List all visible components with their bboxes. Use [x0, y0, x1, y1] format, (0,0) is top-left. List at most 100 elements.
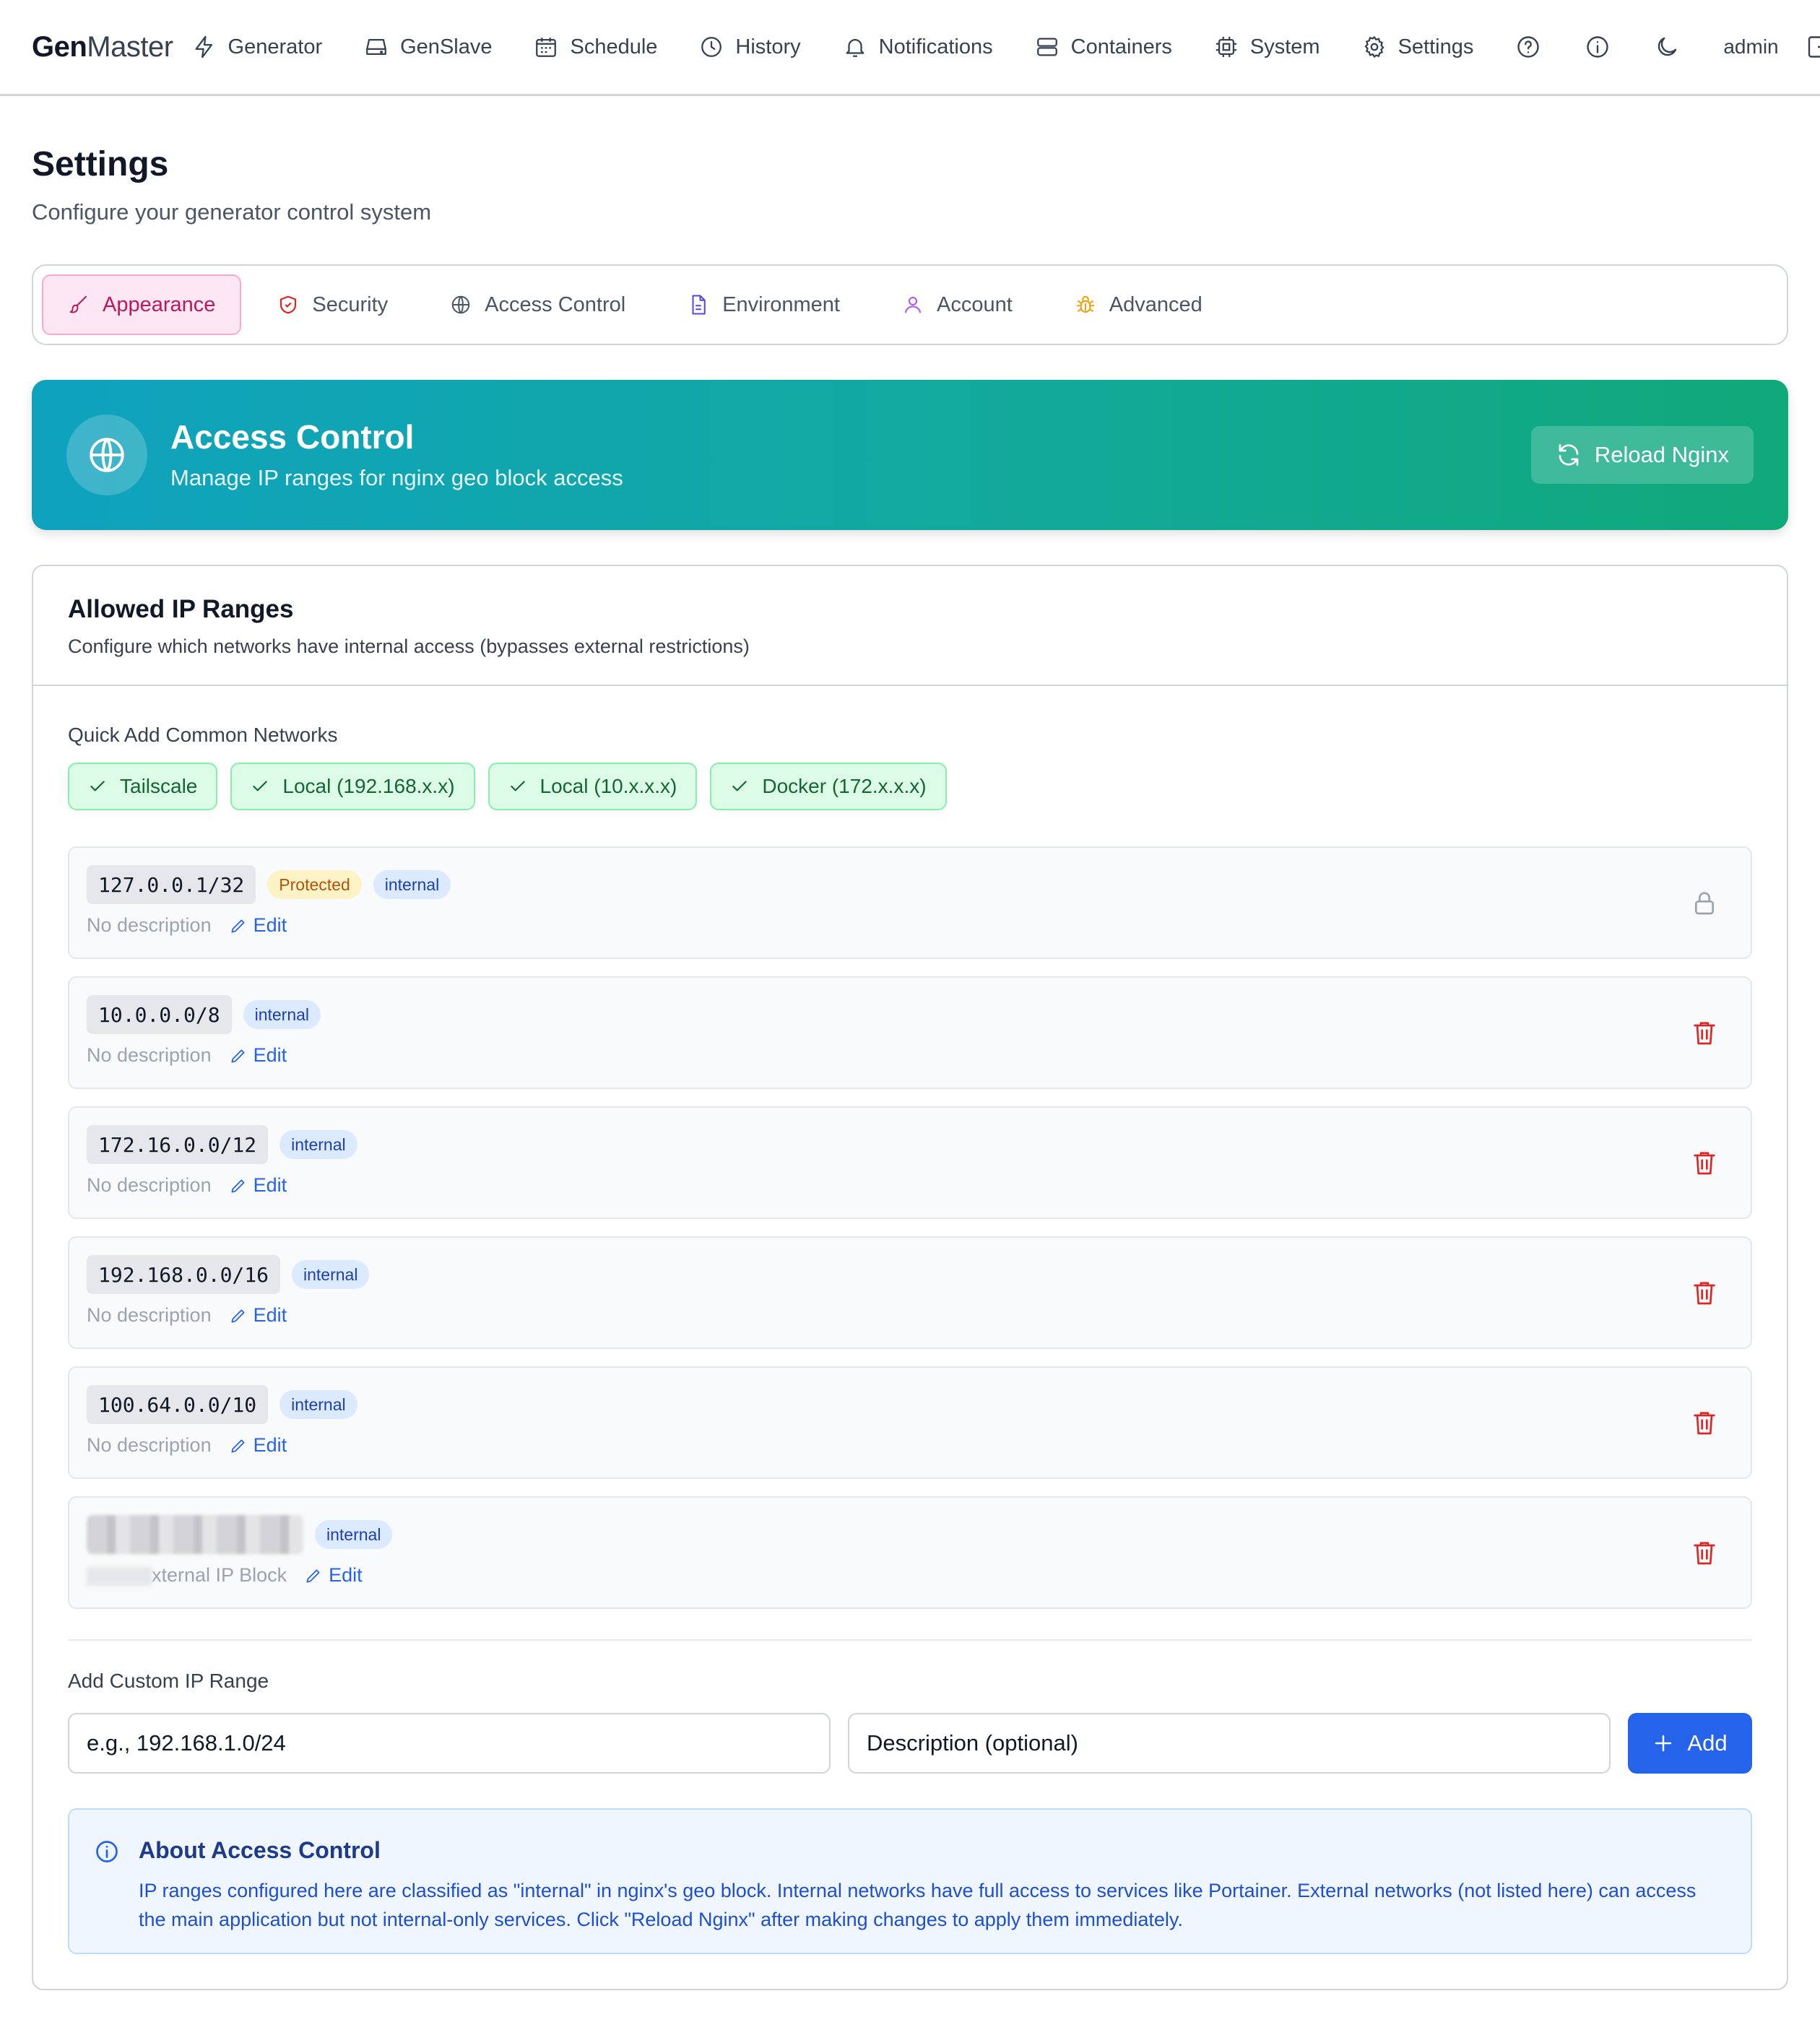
tab-environment[interactable]: Environment [662, 274, 866, 335]
ip-range-row: internal xternal IP Block Edit [68, 1496, 1752, 1609]
card-title: Allowed IP Ranges [68, 595, 294, 623]
add-label: Add [1687, 1730, 1728, 1756]
file-icon [692, 295, 706, 315]
info-button[interactable] [1585, 34, 1611, 60]
delete-range-button[interactable] [1690, 1148, 1719, 1181]
nav-schedule[interactable]: Schedule [534, 35, 657, 59]
logout-button[interactable] [1805, 34, 1820, 60]
ip-range-row: 192.168.0.0/16 internal No description E… [68, 1236, 1752, 1349]
edit-description-button[interactable]: Edit [229, 1174, 287, 1197]
quick-add-label: Quick Add Common Networks [68, 724, 338, 746]
add-range-button[interactable]: Add [1628, 1713, 1752, 1774]
hero-icon-circle [66, 415, 147, 495]
tab-security-label: Security [312, 292, 389, 316]
quick-add-local-10[interactable]: Local (10.x.x.x) [488, 763, 698, 810]
edit-description-button[interactable]: Edit [229, 1304, 287, 1327]
nav-history[interactable]: History [699, 35, 801, 59]
ip-range-description: No description [87, 1044, 212, 1066]
check-icon [732, 781, 748, 791]
ip-range-cidr: 10.0.0.0/8 [87, 995, 232, 1034]
edit-description-button[interactable]: Edit [229, 1434, 287, 1457]
reload-nginx-button[interactable]: Reload Nginx [1530, 426, 1754, 484]
tab-account[interactable]: Account [876, 274, 1039, 335]
pencil-icon [231, 1309, 245, 1323]
ip-range-description: xternal IP Block [87, 1564, 287, 1587]
nav-settings[interactable]: Settings [1362, 35, 1473, 59]
description-input[interactable] [848, 1713, 1611, 1774]
edit-description-button[interactable]: Edit [229, 914, 287, 937]
lock-icon [1695, 892, 1714, 915]
quick-add-local-192[interactable]: Local (192.168.x.x) [230, 763, 475, 810]
delete-range-button[interactable] [1690, 1538, 1719, 1571]
internal-badge: internal [373, 870, 451, 899]
edit-description-button[interactable]: Edit [229, 1044, 287, 1067]
edit-label: Edit [253, 1304, 287, 1326]
bolt-icon [195, 35, 212, 58]
shield-icon [280, 295, 297, 314]
quick-add-docker[interactable]: Docker (172.x.x.x) [710, 763, 947, 810]
allowed-ip-ranges-card: Allowed IP Ranges Configure which networ… [32, 565, 1788, 1990]
tab-security[interactable]: Security [251, 274, 414, 335]
internal-badge: internal [280, 1390, 358, 1419]
internal-badge: internal [315, 1520, 393, 1549]
nav-generator-label: Generator [228, 35, 323, 58]
chip-label: Docker (172.x.x.x) [762, 775, 927, 797]
ip-range-cidr-redacted [87, 1515, 303, 1554]
brush-icon [69, 295, 87, 313]
ip-range-row: 10.0.0.0/8 internal No description Edit [68, 976, 1752, 1089]
ip-range-input[interactable] [68, 1713, 831, 1774]
delete-range-button[interactable] [1690, 1018, 1719, 1051]
gear-icon [1364, 35, 1384, 58]
help-button[interactable] [1515, 34, 1541, 60]
card-subtitle: Configure which networks have internal a… [68, 635, 750, 657]
pencil-icon [231, 919, 245, 933]
tab-advanced[interactable]: Advanced [1049, 274, 1228, 335]
nav-genslave-label: GenSlave [400, 35, 493, 58]
logout-icon [1808, 36, 1820, 58]
edit-description-button[interactable]: Edit [304, 1564, 363, 1587]
locked-indicator [1690, 888, 1719, 921]
chip-label: Tailscale [120, 775, 198, 797]
nav-containers[interactable]: Containers [1035, 35, 1172, 59]
page-subtitle: Configure your generator control system [32, 199, 432, 225]
nav-generator[interactable]: Generator [192, 35, 323, 59]
nav-genslave[interactable]: GenSlave [364, 35, 492, 59]
brand-logo[interactable]: GenMaster [32, 31, 173, 64]
delete-range-button[interactable] [1690, 1278, 1719, 1311]
card-header: Allowed IP Ranges Configure which networ… [33, 566, 1787, 686]
user-name[interactable]: admin [1723, 35, 1778, 58]
ip-range-row: 172.16.0.0/12 internal No description Ed… [68, 1106, 1752, 1219]
tab-access-control[interactable]: Access Control [424, 274, 651, 335]
pencil-icon [231, 1049, 245, 1063]
page-title: Settings [32, 145, 169, 183]
ip-range-description: No description [87, 1434, 212, 1456]
pencil-icon [231, 1439, 245, 1453]
tab-appearance[interactable]: Appearance [42, 274, 242, 335]
plus-icon [1655, 1735, 1672, 1752]
internal-badge: internal [280, 1130, 358, 1159]
ip-range-cidr: 172.16.0.0/12 [87, 1125, 269, 1164]
delete-range-button[interactable] [1690, 1408, 1719, 1441]
tab-access-control-label: Access Control [485, 292, 626, 316]
bell-icon [846, 39, 864, 57]
pencil-icon [306, 1569, 320, 1583]
theme-toggle-button[interactable] [1654, 34, 1680, 60]
nav-notifications[interactable]: Notifications [843, 35, 993, 59]
edit-label: Edit [253, 1174, 287, 1196]
trash-icon [1694, 1542, 1715, 1565]
quick-add-tailscale[interactable]: Tailscale [68, 763, 218, 810]
edit-label: Edit [253, 1044, 287, 1066]
cpu-icon [1216, 36, 1237, 58]
globe-icon [90, 438, 124, 472]
nav-system[interactable]: System [1214, 35, 1320, 59]
edit-label: Edit [253, 914, 287, 936]
ip-range-description: No description [87, 914, 212, 936]
ip-range-list: 127.0.0.1/32 Protected internal No descr… [68, 846, 1752, 1626]
server-icon [1036, 38, 1057, 56]
protected-badge: Protected [267, 870, 362, 899]
trash-icon [1694, 1282, 1715, 1305]
chip-label: Local (192.168.x.x) [282, 775, 455, 797]
ip-range-row: 127.0.0.1/32 Protected internal No descr… [68, 846, 1752, 959]
hero-subtitle: Manage IP ranges for nginx geo block acc… [170, 465, 623, 490]
info-icon [96, 1841, 118, 1862]
